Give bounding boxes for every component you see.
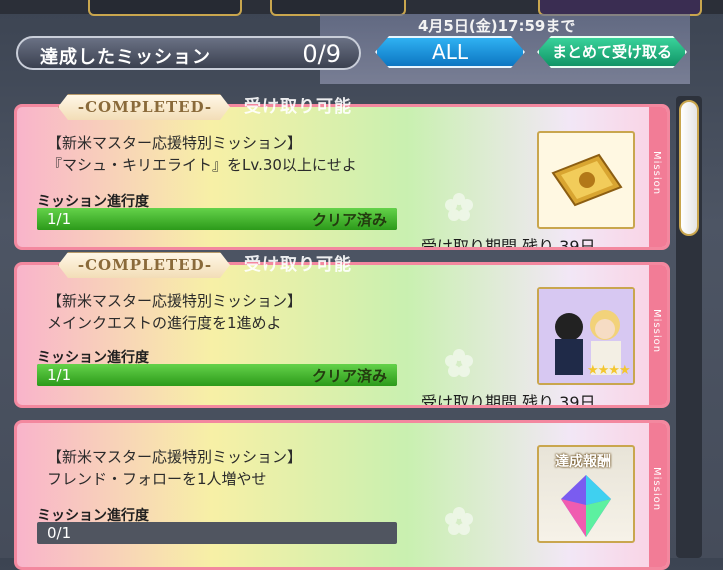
mission-description: メインクエストの進行度を1進めよ: [47, 314, 282, 332]
completed-badge: -COMPLETED-: [58, 252, 230, 278]
clear-status: クリア済み: [311, 367, 387, 385]
progress-bar: 1/1 クリア済み: [37, 364, 397, 386]
reward-label: 達成報酬: [555, 454, 611, 470]
mission-count: 0/9: [302, 40, 341, 68]
receive-period: 受け取り期間 残り 39日: [421, 237, 596, 250]
gold-ticket-icon: [551, 153, 623, 207]
reward-rarity-stars: ★★★★: [587, 363, 631, 378]
collect-all-button[interactable]: まとめて受け取る: [537, 36, 687, 68]
progress-count: 1/1: [47, 366, 72, 384]
completed-missions-header: 達成したミッション 0/9: [16, 36, 361, 70]
progress-bar: 1/1 クリア済み: [37, 208, 397, 230]
mission-category: 【新米マスター応援特別ミッション】: [47, 134, 303, 152]
side-label: Mission: [651, 309, 662, 354]
mission-category: 【新米マスター応援特別ミッション】: [47, 292, 303, 310]
receivable-stamp: 受け取り可能: [244, 97, 352, 117]
sakura-icon: [445, 507, 473, 535]
mission-card-2[interactable]: 【新米マスター応援特別ミッション】 メインクエストの進行度を1進めよ ミッション…: [14, 262, 670, 408]
reward-item[interactable]: 達成報酬: [537, 445, 635, 543]
sakura-icon: [445, 349, 473, 377]
progress-count: 1/1: [47, 210, 72, 228]
scrollbar-thumb[interactable]: [679, 100, 699, 236]
mission-category: 【新米マスター応援特別ミッション】: [47, 448, 303, 466]
progress-count: 0/1: [47, 524, 72, 542]
mission-side-stripe: Mission: [649, 107, 667, 247]
receivable-stamp: 受け取り可能: [244, 255, 352, 275]
banner-date: 4月5日(金)17:59まで: [418, 17, 576, 35]
sakura-icon: [445, 193, 473, 221]
mission-side-stripe: Mission: [649, 265, 667, 405]
top-tab-left[interactable]: [88, 0, 242, 16]
side-label: Mission: [651, 467, 662, 512]
completed-badge: -COMPLETED-: [58, 94, 230, 120]
mission-card-1[interactable]: 【新米マスター応援特別ミッション】 『マシュ・キリエライト』をLv.30以上にせ…: [14, 104, 670, 250]
header-title: 達成したミッション: [40, 47, 211, 68]
reward-item[interactable]: [537, 131, 635, 229]
side-label: Mission: [651, 151, 662, 196]
mission-card-3[interactable]: 【新米マスター応援特別ミッション】 フレンド・フォローを1人増やせ ミッション進…: [14, 420, 670, 570]
clear-status: クリア済み: [311, 211, 387, 229]
mission-side-stripe: Mission: [649, 423, 667, 567]
receive-period: 受け取り期間 残り 39日: [421, 393, 596, 408]
filter-all-button[interactable]: ALL: [375, 36, 525, 68]
mission-description: フレンド・フォローを1人増やせ: [47, 470, 267, 488]
progress-bar: 0/1: [37, 522, 397, 544]
mission-description: 『マシュ・キリエライト』をLv.30以上にせよ: [47, 156, 357, 174]
reward-item[interactable]: ★★★★: [537, 287, 635, 385]
